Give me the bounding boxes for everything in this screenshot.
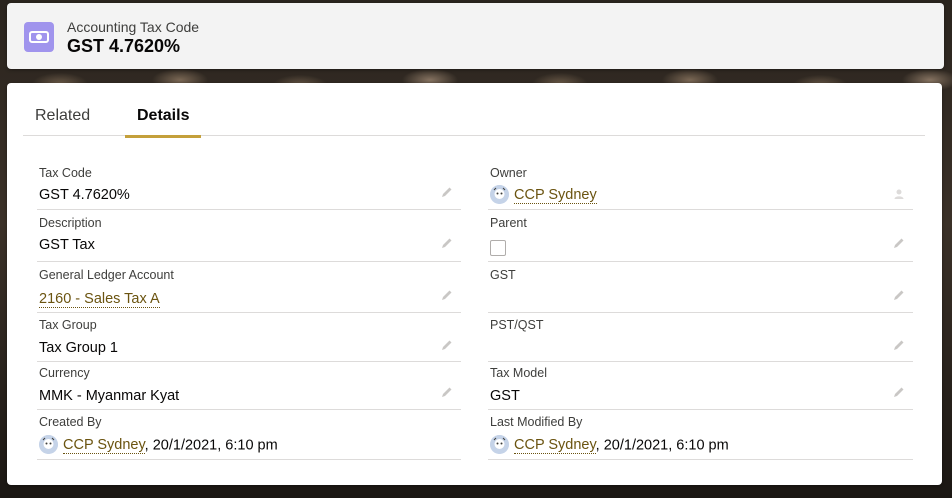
change-owner-icon[interactable] — [893, 188, 905, 200]
edit-pencil-icon[interactable] — [441, 186, 453, 198]
field-currency: Currency MMK - Myanmar Kyat — [37, 362, 461, 410]
field-tax-code: Tax Code GST 4.7620% — [37, 161, 461, 210]
object-type-label: Accounting Tax Code — [67, 19, 200, 35]
edit-pencil-icon[interactable] — [893, 289, 905, 301]
edit-pencil-icon[interactable] — [893, 386, 905, 398]
edit-pencil-icon[interactable] — [441, 386, 453, 398]
money-icon — [24, 22, 54, 52]
user-avatar-icon — [490, 185, 509, 204]
field-owner: Owner CCP Sydney — [488, 161, 913, 210]
field-label: General Ledger Account — [39, 268, 174, 282]
field-gl-account: General Ledger Account 2160 - Sales Tax … — [37, 262, 461, 313]
gl-account-link[interactable]: 2160 - Sales Tax A — [39, 291, 160, 308]
created-by-user-link[interactable]: CCP Sydney — [63, 437, 145, 455]
field-label: Created By — [39, 415, 102, 429]
record-header: Accounting Tax Code GST 4.7620% — [7, 3, 944, 69]
tab-related[interactable]: Related — [35, 107, 90, 135]
field-tax-model: Tax Model GST — [488, 362, 913, 410]
field-label: Currency — [39, 366, 90, 380]
field-parent: Parent — [488, 210, 913, 262]
created-date: , 20/1/2021, 6:10 pm — [144, 437, 278, 454]
edit-pencil-icon[interactable] — [441, 237, 453, 249]
last-modified-date: , 20/1/2021, 6:10 pm — [595, 437, 729, 454]
edit-pencil-icon[interactable] — [441, 339, 453, 351]
owner-user-link[interactable]: CCP Sydney — [514, 187, 597, 205]
field-label: Tax Model — [490, 366, 547, 380]
field-value: GST 4.7620% — [39, 187, 130, 203]
record-title: GST 4.7620% — [67, 36, 181, 56]
field-pst-qst: PST/QST — [488, 313, 913, 362]
details-card: Related Details Tax Code GST 4.7620% Des… — [7, 83, 942, 485]
field-label: Description — [39, 216, 102, 230]
edit-pencil-icon[interactable] — [893, 339, 905, 351]
field-label: Tax Group — [39, 318, 97, 332]
parent-checkbox — [490, 240, 506, 256]
field-created-by: Created By CCP Sydney, 20/1/2021, 6:10 p… — [37, 410, 461, 460]
field-label: Parent — [490, 216, 527, 230]
field-label: Last Modified By — [490, 415, 583, 429]
field-value: MMK - Myanmar Kyat — [39, 388, 180, 404]
edit-pencil-icon[interactable] — [893, 237, 905, 249]
field-label: Tax Code — [39, 166, 92, 180]
tab-details[interactable]: Details — [125, 107, 202, 138]
user-avatar-icon — [490, 435, 509, 454]
field-label: Owner — [490, 166, 527, 180]
field-tax-group: Tax Group Tax Group 1 — [37, 313, 461, 362]
last-modified-user-link[interactable]: CCP Sydney — [514, 437, 596, 455]
field-value: GST Tax — [39, 237, 95, 253]
field-label: GST — [490, 268, 516, 282]
field-label: PST/QST — [490, 318, 544, 332]
field-last-modified-by: Last Modified By CCP Sydney, 20/1/2021, … — [488, 410, 913, 460]
field-gst: GST — [488, 262, 913, 313]
user-avatar-icon — [39, 435, 58, 454]
edit-pencil-icon[interactable] — [441, 289, 453, 301]
field-value: GST — [490, 388, 520, 404]
tab-bar: Related Details — [23, 83, 925, 138]
field-value: Tax Group 1 — [39, 340, 118, 356]
field-description: Description GST Tax — [37, 210, 461, 262]
